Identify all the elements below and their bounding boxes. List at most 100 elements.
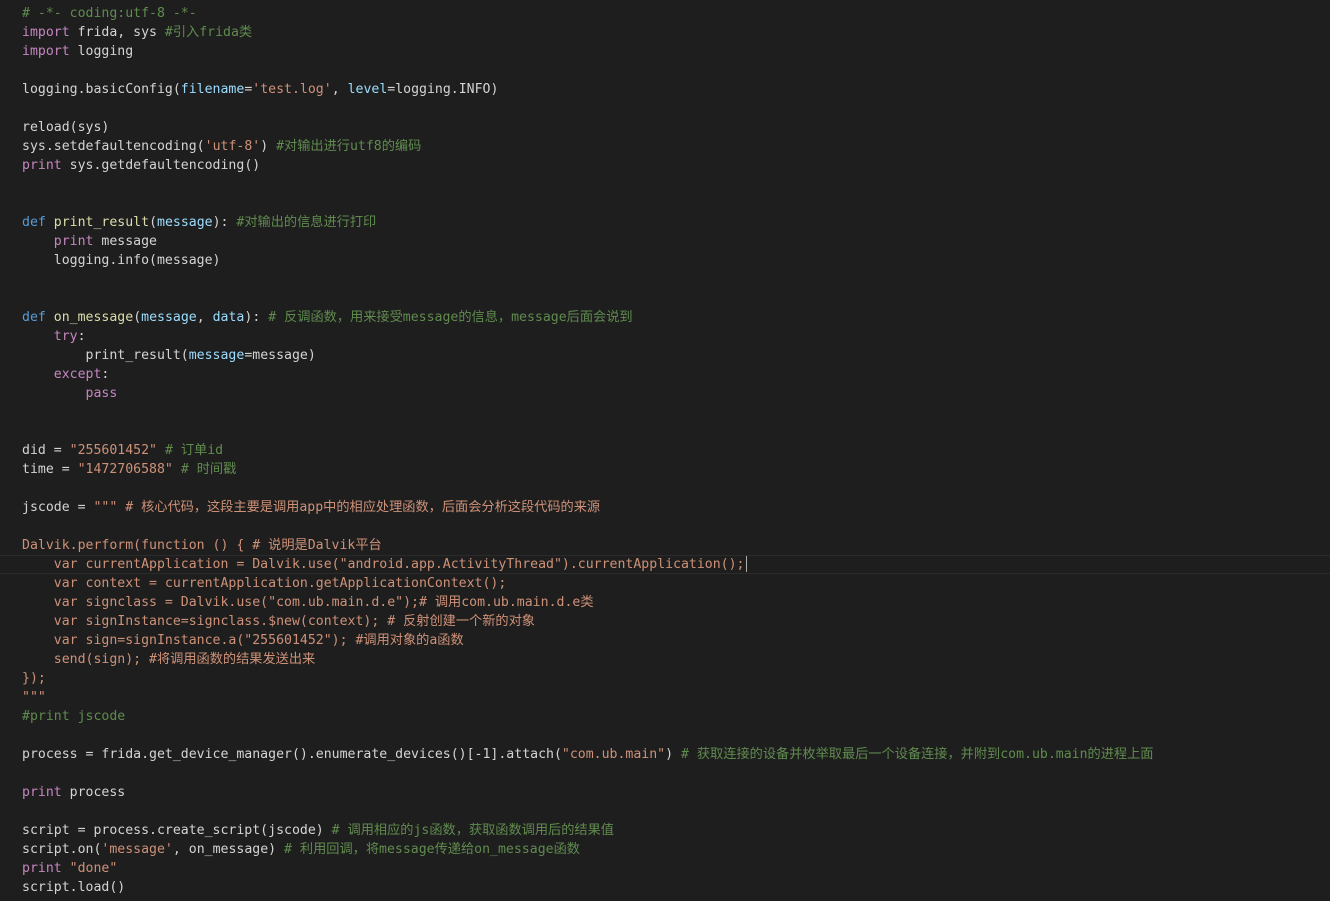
code-token: ( [149, 214, 158, 230]
code-line[interactable]: """ [22, 688, 46, 707]
code-token: print [22, 860, 62, 876]
code-token: except [53, 366, 102, 382]
code-line[interactable]: script.load() [22, 878, 125, 897]
code-editor[interactable]: # -*- coding:utf-8 -*- import frida, sys … [0, 0, 1330, 901]
code-line[interactable]: }); [22, 669, 46, 688]
code-token: "done" [69, 860, 118, 876]
code-token: , [196, 309, 213, 325]
code-line[interactable]: print "done" [22, 859, 117, 878]
code-token: print [22, 157, 62, 173]
code-token: def [22, 214, 46, 230]
text-cursor [745, 555, 747, 572]
code-line[interactable]: send(sign); #将调用函数的结果发送出来 [22, 650, 315, 669]
code-line[interactable]: var signclass = Dalvik.use("com.ub.main.… [22, 593, 594, 612]
code-token: message [157, 214, 213, 230]
code-line[interactable]: # -*- coding:utf-8 -*- [22, 4, 197, 23]
code-token: 'test.log' [252, 81, 332, 97]
code-token: script = process.create_script(jscode) [22, 822, 332, 838]
code-line[interactable]: sys.setdefaultencoding('utf-8') #对输出进行ut… [22, 137, 421, 156]
code-token: jscode = [22, 499, 94, 515]
code-token: logging [69, 43, 134, 59]
code-token: def [22, 309, 46, 325]
code-token: ( [133, 309, 142, 325]
code-token: import [22, 24, 70, 40]
code-token: print_result [53, 214, 150, 230]
code-line[interactable]: def print_result(message): #对输出的信息进行打印 [22, 213, 376, 232]
code-token: #引入frida类 [164, 24, 253, 40]
code-line[interactable]: def on_message(message, data): # 反调函数，用来… [22, 308, 633, 327]
code-token: ): [212, 214, 237, 230]
code-token: message [93, 233, 157, 249]
code-token: reload(sys) [22, 119, 110, 135]
code-token: """ [22, 689, 46, 705]
code-token: # 调用相应的js函数，获取函数调用后的结果值 [331, 822, 614, 838]
code-line[interactable]: var signInstance=signclass.$new(context)… [22, 612, 535, 631]
code-line[interactable]: print message [22, 232, 157, 251]
code-token: logging.basicConfig( [22, 81, 181, 97]
code-line[interactable]: except: [22, 365, 110, 384]
code-token: """ # 核心代码，这段主要是调用app中的相应处理函数，后面会分析这段代码的… [93, 499, 601, 515]
code-token: # 时间戳 [180, 461, 237, 477]
code-line[interactable]: reload(sys) [22, 118, 109, 137]
code-line[interactable]: var sign=signInstance.a("255601452"); #调… [22, 631, 464, 650]
code-line[interactable]: print process [22, 783, 125, 802]
code-line[interactable]: jscode = """ # 核心代码，这段主要是调用app中的相应处理函数，后… [22, 498, 600, 517]
code-token: #对输出进行utf8的编码 [276, 138, 422, 154]
code-token: 'utf-8' [204, 138, 261, 154]
code-token: var sign=signInstance.a("255601452"); #调… [22, 632, 464, 648]
code-line[interactable]: var context = currentApplication.getAppl… [22, 574, 507, 593]
code-token: var signclass = Dalvik.use("com.ub.main.… [22, 594, 594, 610]
code-token: sys.setdefaultencoding( [22, 138, 205, 154]
code-token: frida, sys [69, 24, 165, 40]
code-line[interactable]: process = frida.get_device_manager().enu… [22, 745, 1153, 764]
code-line[interactable]: import frida, sys #引入frida类 [22, 23, 252, 42]
code-token: process = frida.get_device_manager().enu… [22, 746, 562, 762]
code-line[interactable]: did = "255601452" # 订单id [22, 441, 223, 460]
code-line[interactable]: try: [22, 327, 86, 346]
code-token: logging.info(message) [22, 252, 221, 268]
code-token: var signInstance=signclass.$new(context)… [22, 613, 535, 629]
code-token: message [188, 347, 245, 363]
code-token: var currentApplication = Dalvik.use("and… [22, 556, 745, 572]
code-line[interactable]: print_result(message=message) [22, 346, 316, 365]
code-line[interactable]: print sys.getdefaultencoding() [22, 156, 260, 175]
code-token: =message) [244, 347, 316, 363]
code-token: , on_message) [172, 841, 285, 857]
code-line[interactable]: time = "1472706588" # 时间戳 [22, 460, 236, 479]
code-line[interactable]: import logging [22, 42, 133, 61]
code-token: Dalvik.perform(function () { # 说明是Dalvik… [22, 537, 382, 553]
code-token: # 订单id [164, 442, 224, 458]
code-token: : [77, 328, 86, 344]
code-token: filename [180, 81, 245, 97]
code-line[interactable]: pass [22, 384, 118, 403]
code-token: on_message [53, 309, 134, 325]
code-token: print_result( [22, 347, 189, 363]
code-token: process [61, 784, 126, 800]
code-line[interactable]: script.on('message', on_message) # 利用回调，… [22, 840, 580, 859]
code-token: time = [22, 461, 78, 477]
code-token: # -*- coding:utf-8 -*- [22, 5, 197, 21]
code-token: script.load() [22, 879, 126, 895]
code-line[interactable]: script = process.create_script(jscode) #… [22, 821, 614, 840]
code-token: print [22, 784, 62, 800]
code-token: , [331, 81, 348, 97]
code-line[interactable]: logging.info(message) [22, 251, 221, 270]
code-token: #对输出的信息进行打印 [236, 214, 377, 230]
code-token: # 利用回调，将message传递给on_message函数 [284, 841, 580, 857]
code-line[interactable]: logging.basicConfig(filename='test.log',… [22, 80, 498, 99]
code-token: "255601452" [69, 442, 157, 458]
code-token: sys.getdefaultencoding() [61, 157, 261, 173]
code-line[interactable]: var currentApplication = Dalvik.use("and… [0, 554, 1330, 574]
code-line[interactable]: Dalvik.perform(function () { # 说明是Dalvik… [22, 536, 382, 555]
code-token: var context = currentApplication.getAppl… [22, 575, 507, 591]
code-line[interactable]: #print jscode [22, 707, 125, 726]
